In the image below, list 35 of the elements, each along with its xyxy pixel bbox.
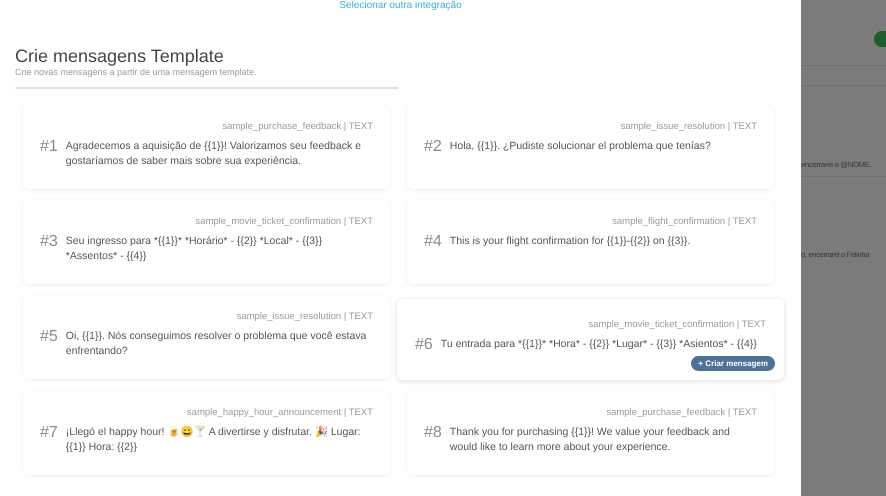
- page-title: Crie mensagens Template: [15, 45, 225, 67]
- template-body: Thank you for purchasing {{1}}! We value your feedback and would like to learn more about your experience.: [450, 425, 731, 455]
- template-body: ¡Llegó el happy hour! 🍺😀🍸 A divertirse y disfrutar. 🎉 Lugar: {{1}} Hora: {{2}}: [66, 424, 362, 455]
- template-name: sample_issue_resolution | TEXT: [236, 311, 373, 323]
- template-body: This is your flight confirmation for {{1}}-{{2}} on {{3}}.: [450, 234, 690, 249]
- template-card[interactable]: sample_movie_ticket_confirmation | TEXT #6 Tu entrada para *{{1}}* *Hora* - {{2}} *Lugar* - {{3}} *Asientos* - {{4}} + Criar mensagem: [397, 299, 784, 380]
- template-number: #1: [40, 137, 58, 157]
- template-number: #2: [424, 137, 442, 157]
- template-number: #3: [40, 232, 58, 252]
- template-body: Hola, {{1}}. ¿Pudiste solucionar el problema que tenías?: [450, 139, 711, 154]
- template-name: sample_purchase_feedback | TEXT: [222, 121, 373, 133]
- template-body: Oi, {{1}}. Nós conseguimos resolver o problema que você estava enfrentando?: [66, 329, 368, 359]
- template-name: sample_movie_ticket_confirmation | TEXT: [195, 216, 373, 228]
- template-card[interactable]: sample_flight_confirmation | TEXT #4 This is your flight confirmation for {{1}}-{{2}} on {{3}}.: [407, 200, 774, 284]
- template-number: #5: [40, 327, 58, 347]
- template-name: sample_purchase_feedback | TEXT: [606, 407, 757, 419]
- template-number: #6: [415, 335, 433, 355]
- template-name: sample_issue_resolution | TEXT: [620, 121, 757, 133]
- template-number: #8: [424, 423, 442, 443]
- page-subtitle: Crie novas mensagens a partir de uma mensagem template.: [15, 67, 258, 78]
- template-card[interactable]: sample_purchase_feedback | TEXT #8 Thank you for purchasing {{1}}! We value your feedback and would like to learn more about your experience.: [407, 391, 774, 475]
- template-name: sample_happy_hour_announcement | TEXT: [186, 407, 373, 419]
- template-number: #7: [40, 423, 58, 443]
- template-card[interactable]: sample_happy_hour_announcement | TEXT #7 ¡Llegó el happy hour! 🍺😀🍸 A divertirse y disfrutar. 🎉 Lugar: {{1}} Hora: {{2}}: [23, 391, 390, 475]
- template-card[interactable]: sample_issue_resolution | TEXT #5 Oi, {{1}}. Nós conseguimos resolver o problema que você estava enfrentando?: [23, 295, 390, 379]
- template-body: Tu entrada para *{{1}}* *Hora* - {{2}} *Lugar* - {{3}} *Asientos* - {{4}}: [440, 337, 757, 352]
- template-body: Seu ingresso para *{{1}}* *Horário* - {{2}} *Local* - {{3}} *Assentos* - {{4}}: [66, 234, 324, 264]
- template-card[interactable]: sample_purchase_feedback | TEXT #1 Agradecemos a aquisição de {{1}}! Valorizamos seu feedback e gostaríamos de saber mais sobre sua experiência.: [23, 105, 390, 189]
- template-card[interactable]: sample_issue_resolution | TEXT #2 Hola, {{1}}. ¿Pudiste solucionar el problema que tenías?: [407, 105, 774, 189]
- template-body: Agradecemos a aquisição de {{1}}! Valorizamos seu feedback e gostaríamos de saber mais sobre sua experiência.: [66, 139, 362, 169]
- create-message-button[interactable]: + Criar mensagem: [691, 356, 775, 371]
- template-name: sample_movie_ticket_confirmation | TEXT: [588, 319, 766, 331]
- template-card[interactable]: sample_movie_ticket_confirmation | TEXT #3 Seu ingresso para *{{1}}* *Horário* - {{2}} *Local* - {{3}} *Assentos* - {{4}}: [23, 200, 390, 284]
- template-name: sample_flight_confirmation | TEXT: [612, 216, 757, 228]
- template-number: #4: [424, 232, 442, 252]
